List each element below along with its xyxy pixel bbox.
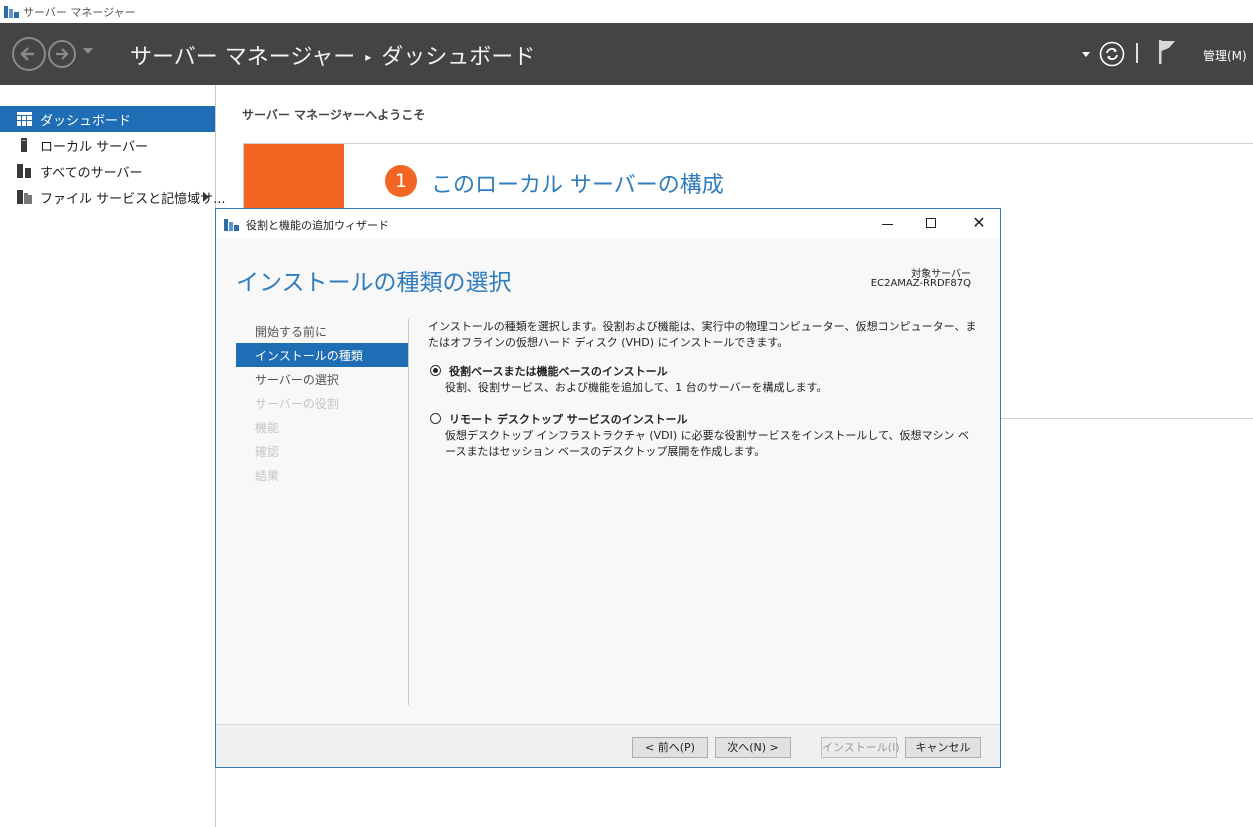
steps-divider: [408, 319, 409, 705]
add-roles-wizard-dialog: 役割と機能の追加ウィザード ✕ インストールの種類の選択 対象サーバー EC2A…: [215, 208, 1001, 768]
dashboard-icon: [17, 112, 32, 126]
sidebar-item-label: すべてのサーバー: [40, 166, 143, 181]
dialog-heading: インストールの種類の選択: [236, 270, 512, 296]
refresh-icon[interactable]: [1099, 41, 1125, 67]
option-description: 役割、役割サービス、および機能を追加して、1 台のサーバーを構成します。: [445, 381, 828, 394]
window-title-bar: サーバー マネージャー: [0, 0, 1253, 23]
back-button[interactable]: [12, 37, 46, 71]
step-features: 機能: [236, 415, 408, 439]
history-dropdown-icon[interactable]: [83, 48, 93, 54]
option-title[interactable]: リモート デスクトップ サービスのインストール: [449, 411, 687, 427]
install-button: インストール(I): [821, 737, 900, 758]
installation-type-description: インストールの種類を選択します。役割および機能は、実行中の物理コンピューター、仮…: [428, 320, 977, 349]
step-label: 結果: [255, 469, 280, 483]
welcome-heading: サーバー マネージャーへようこそ: [242, 108, 426, 122]
option-title[interactable]: 役割ベースまたは機能ベースのインストール: [449, 363, 668, 379]
sidebar-item-all-servers[interactable]: すべてのサーバー: [0, 158, 215, 184]
minimize-icon[interactable]: [882, 224, 893, 225]
arrow-right-icon: [56, 48, 69, 60]
breadcrumb-current: ダッシュボード: [381, 45, 536, 70]
step-label: 開始する前に: [255, 325, 328, 339]
server-icon: [21, 138, 27, 152]
sidebar-item-label: ダッシュボード: [40, 114, 132, 129]
step-label: サーバーの選択: [255, 373, 339, 387]
maximize-icon[interactable]: [926, 218, 936, 228]
notifications-dropdown-icon[interactable]: [1082, 52, 1090, 57]
breadcrumb: サーバー マネージャー ▸ ダッシュボード: [130, 39, 535, 71]
step-label: インストールの種類: [255, 349, 363, 363]
header-divider: [1136, 43, 1138, 63]
step-label: 機能: [255, 421, 280, 435]
previous-button[interactable]: < 前へ(P): [632, 737, 708, 758]
option-description: 仮想デスクトップ インフラストラクチャ (VDI) に必要な役割サービスをインス…: [445, 429, 970, 458]
sidebar-item-local-server[interactable]: ローカル サーバー: [0, 132, 215, 158]
breadcrumb-separator-icon: ▸: [365, 50, 372, 64]
dialog-title: 役割と機能の追加ウィザード: [246, 219, 389, 232]
sidebar-item-label: ファイル サービスと記憶域サ...: [40, 192, 226, 207]
wizard-content: インストールの種類を選択します。役割および機能は、実行中の物理コンピューター、仮…: [428, 319, 980, 458]
step-server-selection[interactable]: サーバーの選択: [236, 367, 408, 391]
breadcrumb-root[interactable]: サーバー マネージャー: [130, 45, 355, 70]
manage-menu[interactable]: 管理(M): [1203, 47, 1247, 64]
step-before-you-begin[interactable]: 開始する前に: [236, 319, 408, 343]
remote-desktop-radio[interactable]: [430, 413, 441, 424]
arrow-left-icon: [20, 47, 34, 61]
close-icon[interactable]: ✕: [971, 215, 987, 231]
step-server-roles: サーバーの役割: [236, 391, 408, 415]
server-manager-app-icon: [4, 6, 19, 18]
servers-icon: [17, 164, 31, 178]
flag-icon[interactable]: [1157, 39, 1177, 65]
step-number-badge: 1: [385, 165, 417, 197]
step-confirmation: 確認: [236, 439, 408, 463]
window-title: サーバー マネージャー: [23, 6, 136, 19]
cancel-button[interactable]: キャンセル: [905, 737, 981, 758]
step-installation-type[interactable]: インストールの種類: [236, 343, 408, 367]
next-button[interactable]: 次へ(N) >: [715, 737, 791, 758]
sidebar-item-file-storage[interactable]: ファイル サービスと記憶域サ...: [0, 184, 226, 210]
file-storage-icon: [17, 190, 32, 204]
expand-arrow-icon[interactable]: [203, 192, 209, 202]
sidebar: ダッシュボード ローカル サーバー すべてのサーバー ファイル サービスと記憶域…: [0, 85, 226, 827]
sidebar-item-label: ローカル サーバー: [40, 140, 149, 155]
step-label: 確認: [255, 445, 280, 459]
step-label: サーバーの役割: [255, 397, 339, 411]
forward-button[interactable]: [48, 40, 76, 68]
target-server-value: EC2AMAZ-RRDF87Q: [870, 278, 971, 289]
dialog-title-bar: 役割と機能の追加ウィザード ✕: [216, 209, 1000, 239]
header-bar: サーバー マネージャー ▸ ダッシュボード 管理(M): [0, 23, 1253, 85]
dialog-footer: < 前へ(P) 次へ(N) > インストール(I) キャンセル: [216, 724, 1000, 767]
configure-local-server-link[interactable]: このローカル サーバーの構成: [431, 167, 724, 199]
wizard-app-icon: [224, 219, 239, 231]
step-results: 結果: [236, 463, 408, 487]
sidebar-item-dashboard[interactable]: ダッシュボード: [0, 106, 215, 132]
role-based-radio[interactable]: [430, 365, 441, 376]
